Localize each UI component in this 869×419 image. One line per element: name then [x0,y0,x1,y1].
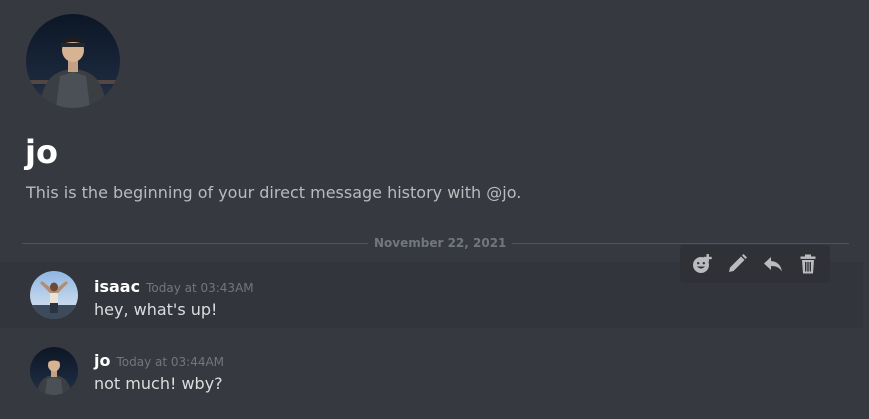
reply-icon [762,253,784,275]
add-reaction-icon [691,253,713,275]
author-avatar[interactable] [30,347,78,395]
channel-name: jo [25,133,58,171]
channel-avatar[interactable] [26,14,120,108]
edit-message-button[interactable] [722,249,752,279]
message-timestamp: Today at 03:44AM [116,355,225,369]
delete-icon [797,253,819,275]
reply-button[interactable] [758,249,788,279]
message-header: isaac Today at 03:43AM [94,276,254,299]
channel-intro-text: This is the beginning of your direct mes… [26,183,522,202]
author-name[interactable]: jo [94,351,110,370]
message-item[interactable]: jo Today at 03:44AM not much! wby? [0,340,863,402]
message-content: not much! wby? [94,374,223,393]
dm-view: jo This is the beginning of your direct … [0,0,869,419]
author-name[interactable]: isaac [94,277,140,296]
author-avatar[interactable] [30,271,78,319]
delete-message-button[interactable] [793,249,823,279]
message-timestamp: Today at 03:43AM [146,281,254,295]
date-divider-label: November 22, 2021 [368,235,513,251]
add-reaction-button[interactable] [687,249,717,279]
message-content: hey, what's up! [94,300,218,319]
edit-icon [726,253,748,275]
message-header: jo Today at 03:44AM [94,350,224,373]
message-actions-toolbar [680,245,830,283]
